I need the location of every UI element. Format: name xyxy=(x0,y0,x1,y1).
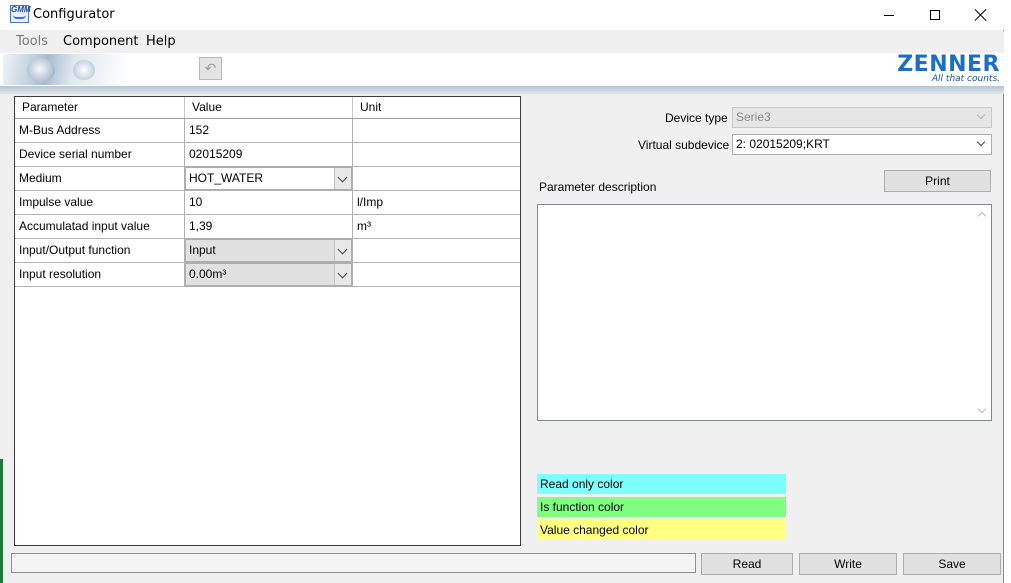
parameter-description-label: Parameter description xyxy=(539,180,657,194)
combobox-value: Input xyxy=(189,243,216,257)
unit-cell xyxy=(353,119,520,143)
undo-button[interactable]: ↶ xyxy=(199,57,222,80)
table-row[interactable]: Input/Output function Input xyxy=(15,239,520,263)
value-cell[interactable]: 10 xyxy=(185,191,353,215)
parameter-cell: Device serial number xyxy=(15,143,185,167)
device-type-value: Serie3 xyxy=(736,110,771,124)
value-cell[interactable]: 1,39 xyxy=(185,215,353,239)
banner-divider xyxy=(0,86,1004,94)
table-row[interactable]: M-Bus Address 152 xyxy=(15,119,520,143)
legend-is-function-label: Is function color xyxy=(540,500,625,514)
scroll-up-icon[interactable] xyxy=(977,211,987,221)
medium-combobox[interactable]: HOT_WATER xyxy=(185,167,352,190)
parameter-cell: Impulse value xyxy=(15,191,185,215)
zenner-logo: ZENNER All that counts. xyxy=(897,54,1000,84)
legend-read-only-label: Read only color xyxy=(540,477,624,491)
grid-header: Parameter Value Unit xyxy=(15,97,520,119)
device-type-select[interactable]: Serie3 xyxy=(732,107,992,128)
table-row[interactable]: Device serial number 02015209 xyxy=(15,143,520,167)
minimize-icon xyxy=(884,14,894,16)
write-button[interactable]: Write xyxy=(799,553,897,575)
value-cell[interactable]: 152 xyxy=(185,119,353,143)
progress-status-bar xyxy=(11,553,696,573)
print-button[interactable]: Print xyxy=(884,170,991,192)
virtual-subdevice-value: 2: 02015209;KRT xyxy=(736,137,830,151)
maximize-button[interactable] xyxy=(912,0,958,30)
toolbar-banner: ↶ ZENNER All that counts. xyxy=(0,53,1004,86)
legend-value-changed: Value changed color xyxy=(537,520,786,540)
menu-tools[interactable]: Tools xyxy=(16,34,48,49)
title-bar[interactable]: GMM Configurator xyxy=(0,0,1004,30)
unit-cell xyxy=(353,263,520,287)
column-header-unit[interactable]: Unit xyxy=(353,97,520,118)
input-resolution-combobox[interactable]: 0.00m³ xyxy=(185,263,352,286)
legend-read-only: Read only color xyxy=(537,474,786,494)
chevron-down-icon xyxy=(976,110,986,120)
value-cell[interactable]: 02015209 xyxy=(185,143,353,167)
dropdown-button[interactable] xyxy=(334,168,351,189)
scroll-down-icon[interactable] xyxy=(977,404,987,414)
parameter-cell: Medium xyxy=(15,167,185,191)
device-type-label: Device type xyxy=(665,111,728,125)
chevron-down-icon xyxy=(976,137,986,147)
table-row[interactable]: Impulse value 10 l/Imp xyxy=(15,191,520,215)
table-row[interactable]: Input resolution 0.00m³ xyxy=(15,263,520,287)
unit-cell xyxy=(353,239,520,263)
chevron-down-icon xyxy=(337,244,348,255)
background-window-edge xyxy=(0,459,3,583)
save-button[interactable]: Save xyxy=(903,553,1001,575)
logo-name: ZENNER xyxy=(897,52,1000,77)
app-icon: GMM xyxy=(10,5,31,23)
configurator-window: GMM Configurator Tools Component Help ↶ … xyxy=(0,0,1004,583)
close-button[interactable] xyxy=(958,0,1004,30)
table-row[interactable]: Accumulatad input value 1,39 m³ xyxy=(15,215,520,239)
virtual-subdevice-label: Virtual subdevice xyxy=(638,138,730,152)
close-icon xyxy=(974,8,988,22)
legend-value-changed-label: Value changed color xyxy=(540,523,649,537)
unit-cell xyxy=(353,167,520,191)
unit-cell: l/Imp xyxy=(353,191,520,215)
parameter-cell: Input resolution xyxy=(15,263,185,287)
parameter-cell: Accumulatad input value xyxy=(15,215,185,239)
unit-cell: m³ xyxy=(353,215,520,239)
column-header-parameter[interactable]: Parameter xyxy=(15,97,185,118)
undo-icon: ↶ xyxy=(204,60,217,76)
minimize-button[interactable] xyxy=(866,0,912,30)
chevron-down-icon xyxy=(337,268,348,279)
dropdown-button[interactable] xyxy=(334,264,351,285)
column-header-value[interactable]: Value xyxy=(185,97,353,118)
meter-photo xyxy=(3,54,128,85)
table-row[interactable]: Medium HOT_WATER xyxy=(15,167,520,191)
combobox-value: HOT_WATER xyxy=(189,171,263,185)
menu-bar: Tools Component Help xyxy=(0,31,1004,53)
menu-help[interactable]: Help xyxy=(146,34,176,49)
combobox-value: 0.00m³ xyxy=(189,267,227,281)
read-button[interactable]: Read xyxy=(701,553,793,575)
maximize-icon xyxy=(930,10,940,20)
value-cell: HOT_WATER xyxy=(185,167,353,191)
app-icon-text: GMM xyxy=(11,5,31,14)
dropdown-button[interactable] xyxy=(334,240,351,261)
parameter-grid[interactable]: Parameter Value Unit M-Bus Address 152 D… xyxy=(14,96,521,546)
chevron-down-icon xyxy=(337,172,348,183)
legend-is-function: Is function color xyxy=(537,497,786,517)
value-cell: 0.00m³ xyxy=(185,263,353,287)
virtual-subdevice-select[interactable]: 2: 02015209;KRT xyxy=(732,134,992,155)
parameter-description-textarea[interactable] xyxy=(537,204,992,421)
menu-component[interactable]: Component xyxy=(63,34,138,49)
unit-cell xyxy=(353,143,520,167)
io-function-combobox[interactable]: Input xyxy=(185,239,352,262)
window-title: Configurator xyxy=(33,7,115,22)
parameter-cell: M-Bus Address xyxy=(15,119,185,143)
value-cell: Input xyxy=(185,239,353,263)
parameter-cell: Input/Output function xyxy=(15,239,185,263)
vertical-scrollbar[interactable] xyxy=(974,205,991,420)
